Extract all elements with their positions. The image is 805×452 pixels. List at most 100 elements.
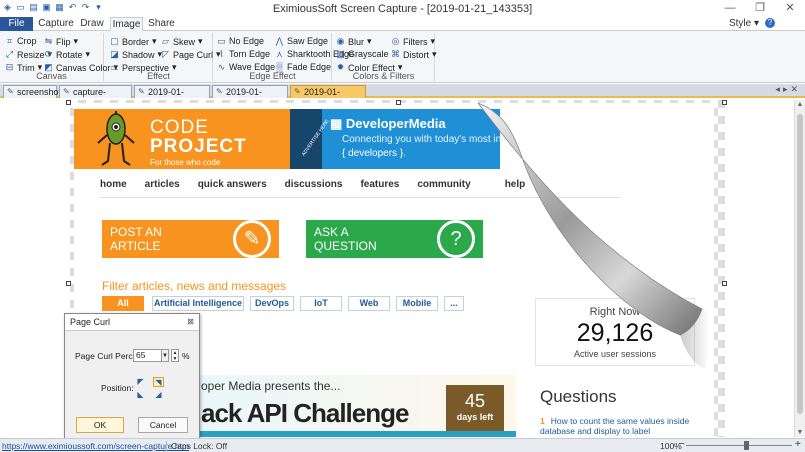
crop-label: Crop [17, 36, 37, 46]
edit-icon: ✎ [233, 220, 271, 258]
blur-icon: ◉ [336, 36, 345, 46]
page-curl-label: Page Curl [173, 49, 214, 60]
image-icon: ✎ [138, 87, 145, 96]
grayscale-label: Grayscale [348, 49, 389, 59]
codeproject-banner: CODE PROJECT For those who code [74, 109, 290, 169]
nav-features: features [360, 179, 400, 190]
resize-label: Resize [17, 49, 45, 60]
nav-quick-answers: quick answers [197, 179, 267, 190]
dialog-title: Page Curl [65, 314, 199, 331]
doc-tab[interactable]: ✎2019-01-21_141005 [212, 85, 288, 109]
ok-button[interactable]: OK [76, 417, 124, 433]
zoom-slider[interactable] [686, 445, 792, 446]
scroll-down-icon[interactable]: ▼ [795, 429, 805, 436]
position-bottom-right-icon[interactable]: ◢ [153, 390, 164, 400]
no-edge-label: No Edge [229, 36, 265, 46]
days-left-label: days left [456, 412, 494, 422]
dialog-close-icon[interactable]: ⊠ [187, 317, 194, 326]
filters-button[interactable]: ◎ Filters ▾ [391, 36, 435, 47]
shadow-button[interactable]: ◪ Shadow ▾ [110, 49, 162, 60]
shadow-label: Shadow [122, 49, 155, 60]
crop-icon: ⌗ [6, 35, 13, 46]
filter-chip: All [102, 296, 144, 311]
position-top-right-icon[interactable]: ◥ [153, 377, 164, 387]
resize-handle[interactable] [722, 281, 727, 286]
tab-share[interactable]: Share [147, 17, 176, 31]
stats-label: Right Now [589, 306, 641, 318]
curl-percent-spinner[interactable]: ▲ ▼ [171, 349, 179, 362]
rotate-button[interactable]: ⟳ Rotate ▾ [44, 49, 90, 60]
cancel-button[interactable]: Cancel [138, 417, 188, 433]
nav-community: community [417, 179, 471, 190]
nav-home: home [100, 179, 127, 190]
ad-side-text: ADVERTISE HERE [300, 118, 331, 158]
scroll-up-icon[interactable]: ▲ [795, 101, 805, 108]
doc-tab[interactable]: ✎2019-01-21_135219 [134, 85, 210, 109]
torn-edge-button[interactable]: ⌇ Torn Edge [217, 49, 270, 59]
rotate-label: Rotate [56, 49, 83, 60]
post-article-banner: POST AN ARTICLE ✎ [102, 220, 279, 258]
minimize-button[interactable]: — [715, 0, 745, 17]
website-link[interactable]: https://www.eximioussoft.com/screen-capt… [2, 441, 189, 451]
page-curl-icon: ◸ [162, 49, 169, 59]
curl-percent-unit: % [182, 351, 190, 361]
doc-tab[interactable]: ✎ screenshot1 [3, 85, 66, 98]
torn-edge-label: Torn Edge [229, 49, 271, 59]
days-left-number: 45 [464, 391, 486, 411]
vertical-scrollbar[interactable]: ▲ ▼ [794, 100, 805, 437]
tab-image[interactable]: Image [110, 17, 143, 31]
doc-tab[interactable]: ✎capture-ellipse.png [59, 85, 132, 109]
zoom-in-icon[interactable]: + [795, 439, 801, 450]
resize-handle[interactable] [66, 100, 71, 105]
distort-button[interactable]: ⌘ Distort ▾ [391, 49, 437, 60]
resize-handle[interactable] [66, 281, 71, 286]
crop-button[interactable]: ⌗ Crop [5, 36, 37, 46]
tab-file[interactable]: File [0, 17, 33, 31]
site-nav: home articles quick answers discussions … [100, 179, 700, 195]
tab-draw[interactable]: Draw [78, 17, 106, 31]
colors-filters-group-label: Colors & Filters [352, 71, 415, 81]
zoom-slider-thumb[interactable] [744, 441, 749, 450]
border-button[interactable]: ▢ Border ▾ [110, 36, 156, 47]
page-curl-button[interactable]: ◸ Page Curl ▾ [161, 49, 221, 60]
ad-side-label: ADVERTISE HERE [290, 109, 331, 169]
curl-percent-dropdown-icon[interactable]: ▼ [161, 349, 169, 362]
edge-effect-group-label: Edge Effect [249, 71, 296, 81]
no-edge-button[interactable]: ▭ No Edge [217, 36, 264, 46]
tab-capture[interactable]: Capture [38, 17, 74, 31]
title-bar: ◈ ▭ ▤ ▣ ▦ ↶ ↷ ▾ EximiousSoft Screen Capt… [0, 0, 805, 17]
stats-value: 29,126 [576, 319, 654, 347]
doc-tab-active[interactable]: ✎2019-01-21_143353 [290, 85, 366, 109]
resize-handle[interactable] [396, 100, 401, 105]
flip-label: Flip [56, 36, 71, 47]
position-bottom-left-icon[interactable]: ◣ [135, 390, 146, 400]
canvas-group-label: Canvas [36, 71, 67, 81]
zoom-out-icon[interactable]: − [679, 439, 685, 450]
help-icon[interactable]: ? [765, 18, 775, 28]
ribbon: ⌗ Crop ⤢ Resize ▾ ⊟ Trim ▾ ⇋ Flip ▾ ⟳ Rotate ▾ ◩ C… [0, 31, 805, 83]
distort-label: Distort [403, 49, 430, 60]
restore-button[interactable]: ❐ [745, 0, 775, 17]
position-top-left-icon[interactable]: ◤ [135, 377, 146, 387]
close-button[interactable]: ✕ [775, 0, 805, 17]
event-title: ack API Challenge [201, 398, 409, 428]
distort-icon: ⌘ [391, 49, 400, 59]
flip-button[interactable]: ⇋ Flip ▾ [44, 36, 78, 47]
saw-edge-button[interactable]: ⋀ Saw Edge [275, 36, 328, 46]
resize-handle[interactable] [722, 100, 727, 105]
nav-help: help [504, 179, 526, 190]
scroll-thumb[interactable] [797, 114, 803, 414]
style-label: Style [728, 18, 752, 29]
skew-button[interactable]: ▱ Skew ▾ [161, 36, 203, 47]
style-menu[interactable]: Style ▾ [729, 18, 759, 29]
doc-tab-nav-icons[interactable]: ◂▸✕ [775, 84, 801, 95]
image-icon: ✎ [63, 87, 70, 96]
canvas-group: ⌗ Crop ⤢ Resize ▾ ⊟ Trim ▾ ⇋ Flip ▾ ⟳ Rotate ▾ ◩ C… [0, 33, 118, 81]
flip-icon: ⇋ [44, 36, 53, 46]
nav-discussions: discussions [284, 179, 343, 190]
grayscale-button[interactable]: ▥ Grayscale [336, 49, 389, 59]
border-icon: ▢ [110, 36, 119, 46]
blur-button[interactable]: ◉ Blur ▾ [336, 36, 372, 47]
effect-group-label: Effect [147, 71, 170, 81]
rotate-icon: ⟳ [44, 49, 53, 59]
